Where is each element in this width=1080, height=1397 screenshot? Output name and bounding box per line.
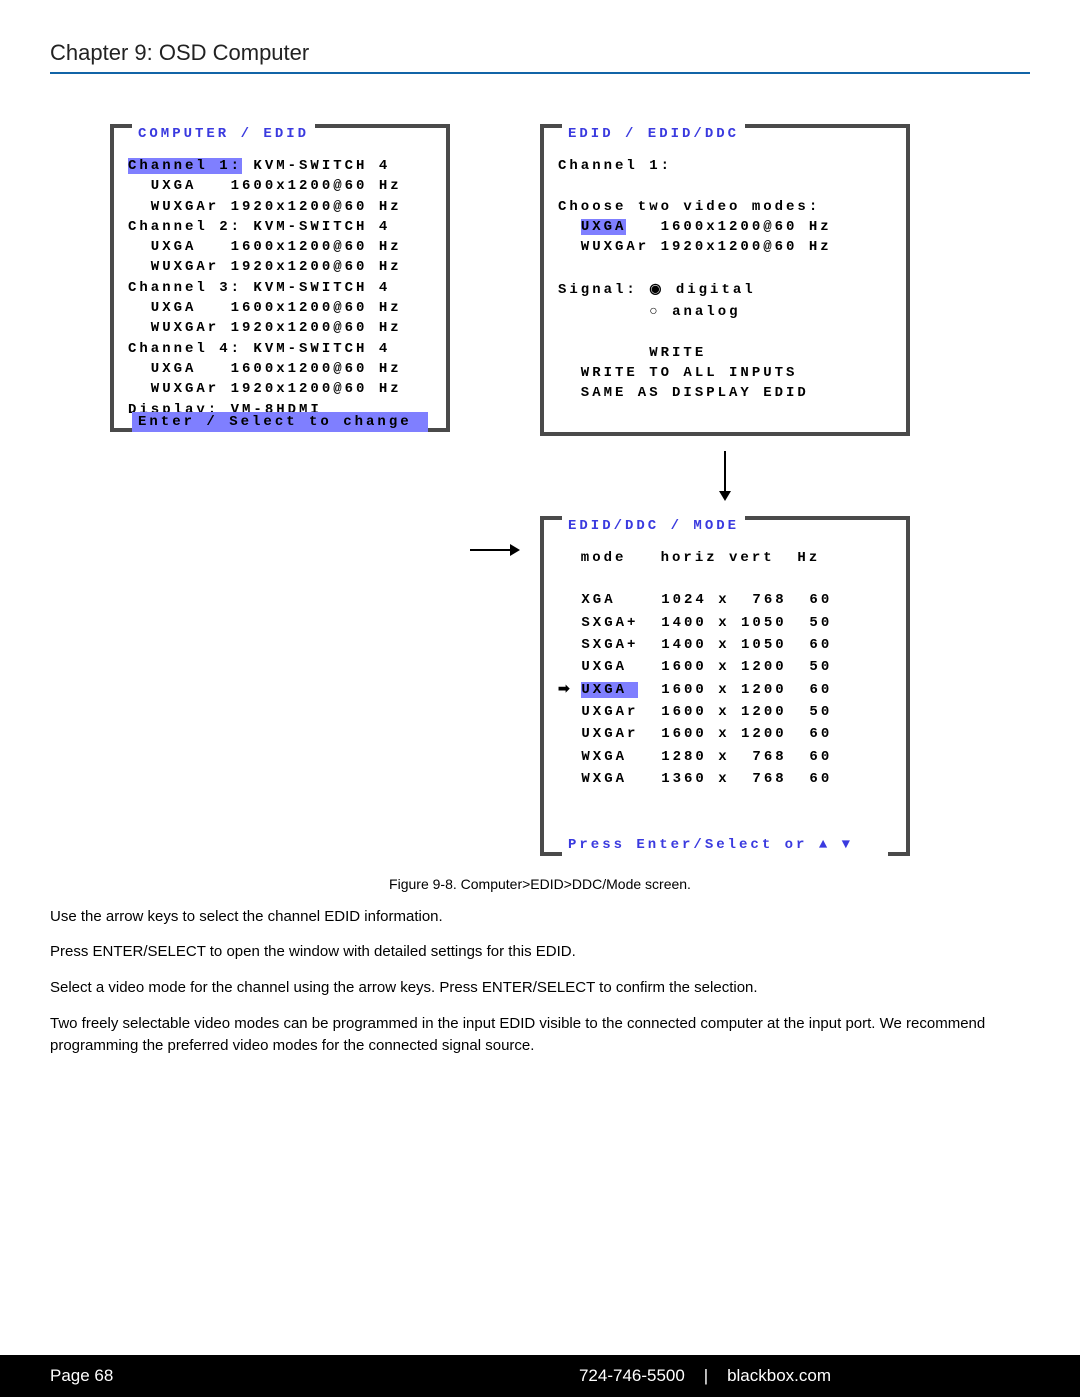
body-paragraph: Use the arrow keys to select the channel… (50, 906, 1030, 928)
figure-caption: Figure 9-8. Computer>EDID>DDC/Mode scree… (50, 876, 1030, 892)
footer-phone: 724-746-5500 (579, 1366, 685, 1385)
footer-site: blackbox.com (727, 1366, 831, 1385)
page-number: Page 68 (0, 1366, 330, 1386)
osd-screens-figure: COMPUTER / EDID Channel 1: KVM-SWITCH 4 … (110, 124, 1030, 856)
panel-title: EDID / EDID/DDC (562, 124, 745, 144)
osd-panel-mode: EDID/DDC / MODE mode horiz vert Hz XGA 1… (540, 516, 910, 856)
title-divider (50, 72, 1030, 74)
osd-panel-edid-ddc: EDID / EDID/DDC Channel 1: Choose two vi… (540, 124, 910, 436)
panel-title: COMPUTER / EDID (132, 124, 315, 144)
arrow-right-icon (470, 540, 520, 560)
footer-separator: | (704, 1366, 708, 1385)
chapter-title: Chapter 9: OSD Computer (50, 40, 1030, 66)
arrow-down-icon (715, 451, 735, 501)
osd-panel-computer-edid: COMPUTER / EDID Channel 1: KVM-SWITCH 4 … (110, 124, 450, 432)
page-footer: Page 68 724-746-5500 | blackbox.com (0, 1355, 1080, 1397)
body-paragraph: Two freely selectable video modes can be… (50, 1013, 1030, 1057)
body-paragraph: Press ENTER/SELECT to open the window wi… (50, 941, 1030, 963)
panel-content: Channel 1: Choose two video modes: UXGA … (558, 156, 892, 424)
panel-title: EDID/DDC / MODE (562, 516, 745, 536)
panel-content: Channel 1: KVM-SWITCH 4 UXGA 1600x1200@6… (128, 156, 432, 420)
panel-content: mode horiz vert Hz XGA 1024 x 768 60 SXG… (558, 548, 892, 830)
panel-footer[interactable]: Press Enter/Select or ▲ ▼ (562, 835, 888, 855)
body-paragraph: Select a video mode for the channel usin… (50, 977, 1030, 999)
panel-footer[interactable]: Enter / Select to change (132, 412, 428, 432)
